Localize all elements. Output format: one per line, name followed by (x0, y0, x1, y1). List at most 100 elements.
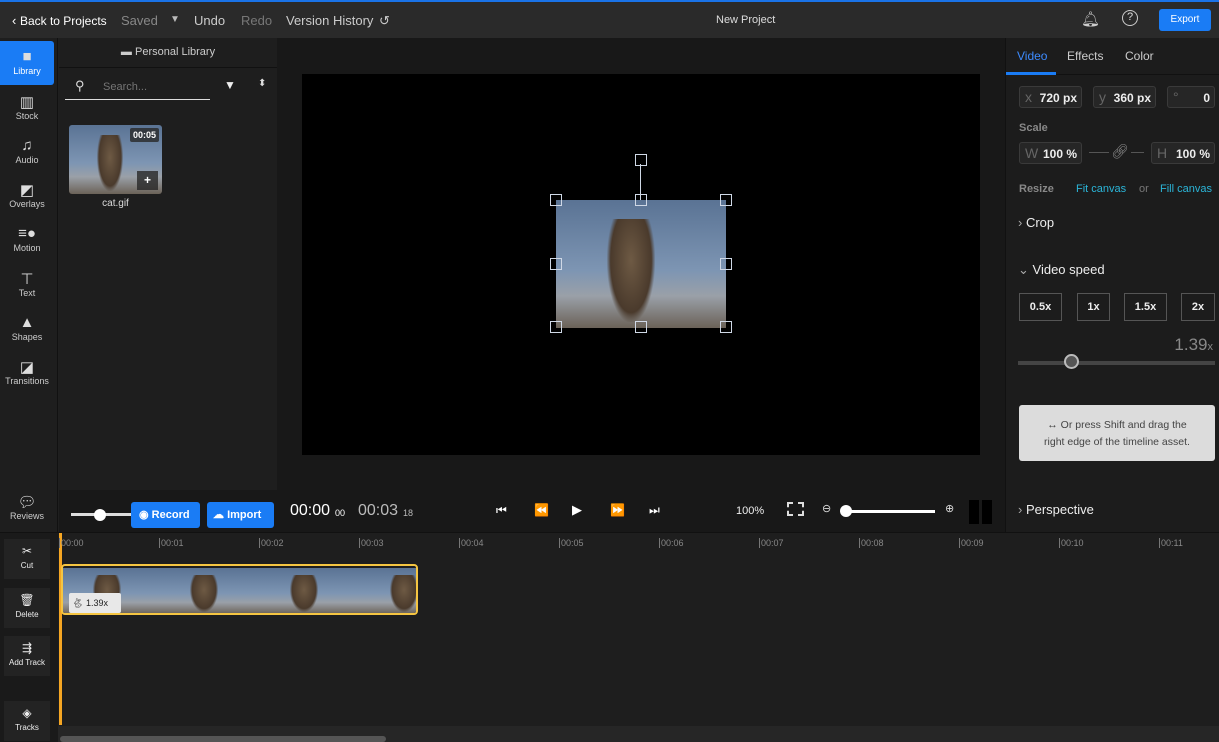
layers-icon: ◈ (22, 706, 32, 720)
chevron-right-icon: › (1018, 215, 1026, 230)
play-icon[interactable]: ▶ (572, 502, 582, 518)
speed-value: 1.39x (1174, 335, 1213, 355)
skip-end-icon[interactable]: ⏭ (649, 503, 660, 518)
label: Transitions (5, 376, 49, 386)
slider-thumb[interactable] (94, 509, 106, 521)
rewind-icon[interactable]: ⏪ (534, 503, 549, 517)
timeline-zoom-slider[interactable] (845, 510, 935, 513)
resize-handle[interactable] (720, 321, 732, 333)
rotation-field[interactable]: ° 0 (1167, 86, 1215, 108)
speed-hint: ↔ Or press Shift and drag the right edge … (1019, 405, 1215, 461)
speed-slider-thumb[interactable] (1064, 354, 1079, 369)
sidebar-item-transitions[interactable]: ◪ Transitions (0, 351, 54, 395)
time-tick: 00:11 (1159, 538, 1183, 548)
horizontal-scrollbar-thumb[interactable] (60, 736, 386, 742)
sidebar-item-motion[interactable]: ≡● Motion (0, 218, 54, 262)
zoom-out-icon[interactable]: ⊖ (822, 502, 831, 515)
skip-start-icon[interactable]: ⏮ (496, 503, 507, 518)
link-icon[interactable]: 🔗︎ (1109, 143, 1131, 160)
record-button[interactable]: ◉ Record (131, 502, 200, 528)
speed-1.5x-button[interactable]: 1.5x (1124, 293, 1167, 321)
perspective-section-toggle[interactable]: › Perspective (1018, 502, 1094, 517)
resize-handle[interactable] (550, 321, 562, 333)
resize-handle[interactable] (720, 258, 732, 270)
w-value: 100 % (1042, 147, 1077, 161)
preview-zoom-level[interactable]: 100% (736, 505, 764, 517)
resize-handle[interactable] (720, 194, 732, 206)
export-button[interactable]: Export (1159, 9, 1211, 31)
undo-button[interactable]: Undo (194, 13, 225, 28)
speed-unit: x (1207, 341, 1214, 353)
sidebar-item-library[interactable]: ■ Library (0, 41, 54, 85)
panel-toggle[interactable] (982, 500, 992, 524)
clip-speed: 1.39x (85, 598, 108, 608)
resize-handle[interactable] (635, 321, 647, 333)
media-thumbnail[interactable]: 00:05 + (69, 125, 162, 194)
tab-color[interactable]: Color (1125, 49, 1154, 63)
saved-dropdown-icon[interactable]: ▼ (170, 14, 180, 25)
properties-panel: Video Effects Color x 720 px y 360 px ° 0 S… (1005, 38, 1219, 532)
project-title: New Project (716, 14, 776, 26)
redo-button[interactable]: Redo (241, 13, 272, 28)
video-speed-section-toggle[interactable]: ⌄ Video speed (1018, 262, 1105, 278)
speed-1x-button[interactable]: 1x (1077, 293, 1110, 321)
sidebar-item-text[interactable]: ⊤ Text (0, 263, 54, 307)
time-tick: 00:07 (759, 538, 784, 548)
transitions-icon: ◪ (19, 359, 35, 376)
time-tick: 00:09 (959, 538, 984, 548)
canvas-video-element[interactable] (556, 200, 726, 328)
library-title: Personal Library (134, 46, 216, 58)
y-position-field[interactable]: y 360 px (1093, 86, 1156, 108)
speed-2x-button[interactable]: 2x (1181, 293, 1215, 321)
import-button[interactable]: ☁ Import (207, 502, 274, 528)
search-input[interactable] (65, 74, 210, 100)
filter-icon[interactable]: ▼ (224, 78, 236, 92)
current-frames: 00 (335, 508, 346, 518)
height-scale-field[interactable]: H 100 % (1151, 142, 1215, 164)
video-canvas[interactable] (302, 74, 980, 455)
time-tick: 00:03 (359, 538, 384, 548)
fill-canvas-link[interactable]: Fill canvas (1160, 183, 1212, 195)
bell-icon[interactable]: 🔔︎ (1081, 10, 1100, 28)
fit-canvas-link[interactable]: Fit canvas (1076, 183, 1126, 195)
tracks-button[interactable]: ◈ Tracks (4, 701, 50, 741)
panel-toggle[interactable] (969, 500, 979, 524)
sidebar-item-shapes[interactable]: ▲ Shapes (0, 307, 54, 351)
y-label: y (1099, 89, 1106, 105)
scale-label: Scale (1019, 122, 1048, 134)
label: Library (13, 66, 41, 76)
speed-0.5x-button[interactable]: 0.5x (1019, 293, 1062, 321)
sort-icon[interactable]: ⬍ (258, 78, 266, 89)
chevron-right-icon: › (1018, 502, 1026, 517)
label: Delete (15, 610, 39, 619)
resize-handle[interactable] (550, 194, 562, 206)
delete-button[interactable]: 🗑︎ Delete (4, 588, 50, 628)
version-history-button[interactable]: Version History (286, 13, 373, 28)
slider-thumb[interactable] (840, 505, 852, 517)
resize-handle[interactable] (635, 194, 647, 206)
resize-handle[interactable] (550, 258, 562, 270)
fullscreen-icon[interactable] (787, 502, 804, 516)
playhead[interactable] (59, 533, 62, 725)
sidebar-item-overlays[interactable]: ◩ Overlays (0, 174, 54, 218)
help-icon[interactable]: ? (1122, 10, 1138, 26)
add-track-button[interactable]: ⇶ Add Track (4, 636, 50, 676)
sidebar-item-stock[interactable]: ▥ Stock (0, 86, 54, 130)
add-to-timeline-button[interactable]: + (137, 171, 158, 190)
x-position-field[interactable]: x 720 px (1019, 86, 1082, 108)
back-to-projects-link[interactable]: ‹ Back to Projects (12, 13, 107, 28)
tab-video[interactable]: Video (1017, 49, 1047, 63)
zoom-in-icon[interactable]: ⊕ (945, 502, 954, 515)
timeline-clip[interactable]: 🐇︎ 1.39x (61, 564, 418, 615)
sidebar-item-audio[interactable]: ♫ Audio (0, 130, 54, 174)
fast-forward-icon[interactable]: ⏩ (610, 503, 625, 517)
crop-section-toggle[interactable]: › Crop (1018, 215, 1054, 230)
rotation-value: 0 (1203, 91, 1210, 105)
cut-button[interactable]: ✂ Cut (4, 539, 50, 579)
rotate-handle[interactable] (635, 154, 647, 166)
speed-slider[interactable] (1018, 361, 1215, 365)
reviews-icon: 💬︎ (17, 494, 37, 511)
tab-effects[interactable]: Effects (1067, 49, 1103, 63)
sidebar-item-reviews[interactable]: 💬︎ Reviews (0, 486, 54, 530)
width-scale-field[interactable]: W 100 % (1019, 142, 1082, 164)
